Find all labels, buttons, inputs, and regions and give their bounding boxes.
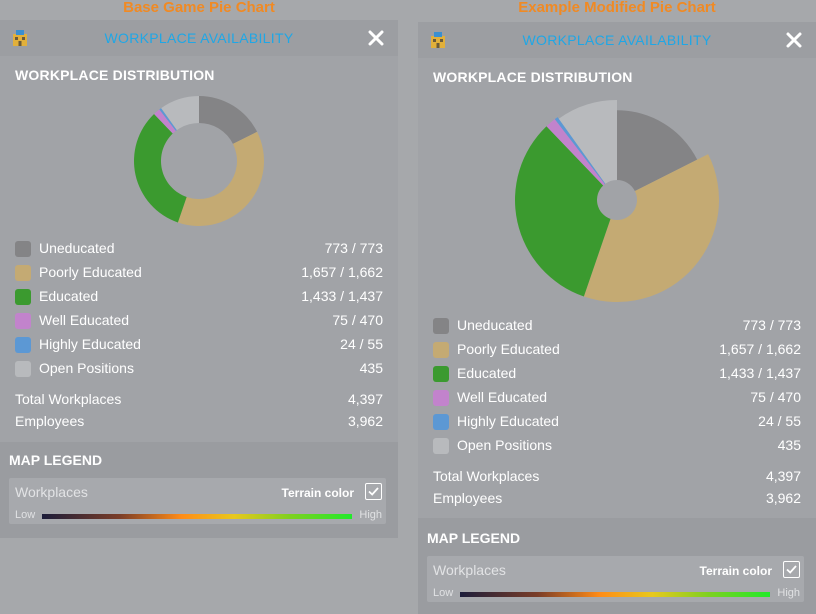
employees: Employees 3,962	[433, 490, 801, 510]
distribution-row: Well Educated 75 / 470	[15, 309, 383, 333]
distribution-row: Poorly Educated 1,657 / 1,662	[15, 261, 383, 285]
close-icon[interactable]	[784, 30, 804, 50]
high-label: High	[777, 587, 800, 599]
color-swatch	[15, 241, 31, 257]
color-swatch	[15, 289, 31, 305]
distribution-row: Highly Educated 24 / 55	[433, 410, 801, 434]
distribution-row: Educated 1,433 / 1,437	[433, 362, 801, 386]
terrain-color-checkbox[interactable]	[365, 483, 382, 500]
row-value: 435	[777, 437, 801, 453]
row-value: 24 / 55	[340, 336, 383, 352]
employees-label: Employees	[433, 490, 503, 506]
employees-value: 3,962	[765, 490, 801, 506]
employees: Employees 3,962	[15, 413, 383, 433]
title-bar: WORKPLACE AVAILABILITY	[0, 20, 398, 56]
distribution-row: Open Positions 435	[433, 434, 801, 458]
row-value: 24 / 55	[758, 413, 801, 429]
workplaces-label: Workplaces	[15, 484, 88, 500]
map-legend-title: MAP LEGEND	[427, 530, 521, 546]
color-swatch	[15, 313, 31, 329]
map-legend: MAP LEGEND Workplaces Terrain color Low …	[0, 442, 398, 538]
close-icon[interactable]	[366, 28, 386, 48]
row-label: Educated	[39, 288, 99, 304]
terrain-color-label: Terrain color	[699, 564, 772, 578]
distribution-title: WORKPLACE DISTRIBUTION	[15, 67, 215, 83]
row-value: 435	[359, 360, 383, 376]
terrain-color-checkbox[interactable]	[783, 561, 800, 578]
workplace-pie-chart	[515, 100, 719, 302]
row-label: Highly Educated	[39, 336, 141, 352]
row-label: Open Positions	[457, 437, 552, 453]
total-workplaces-value: 4,397	[347, 391, 383, 407]
title-bar: WORKPLACE AVAILABILITY	[418, 22, 816, 58]
window-title: WORKPLACE AVAILABILITY	[522, 32, 712, 48]
distribution-row: Educated 1,433 / 1,437	[15, 285, 383, 309]
row-label: Educated	[457, 365, 517, 381]
workplace-pie-chart	[134, 96, 264, 226]
distribution-row: Uneducated 773 / 773	[15, 237, 383, 261]
distribution-row: Uneducated 773 / 773	[433, 314, 801, 338]
row-value: 1,657 / 1,662	[301, 264, 383, 280]
total-workplaces: Total Workplaces 4,397	[433, 468, 801, 488]
distribution-body: WORKPLACE DISTRIBUTION Uneducated 773 / 7…	[418, 58, 816, 518]
color-swatch	[433, 342, 449, 358]
row-label: Well Educated	[39, 312, 130, 328]
row-label: Uneducated	[457, 317, 533, 333]
pie-slice-poorly-educated	[177, 131, 264, 226]
row-value: 75 / 470	[750, 389, 801, 405]
workplace-panel-base: WORKPLACE AVAILABILITY WORKPLACE DISTRIB…	[0, 20, 398, 538]
distribution-row: Highly Educated 24 / 55	[15, 333, 383, 357]
caption-right: Example Modified Pie Chart	[518, 0, 716, 16]
color-swatch	[15, 361, 31, 377]
row-value: 773 / 773	[324, 240, 383, 256]
workplaces-label: Workplaces	[433, 562, 506, 578]
row-value: 773 / 773	[742, 317, 801, 333]
workplace-gradient-bar	[460, 592, 770, 597]
total-workplaces-value: 4,397	[765, 468, 801, 484]
workplaces-legend-box: Workplaces Terrain color Low High	[9, 478, 386, 524]
color-swatch	[433, 318, 449, 334]
terrain-color-label: Terrain color	[281, 486, 354, 500]
row-value: 1,433 / 1,437	[301, 288, 383, 304]
row-label: Poorly Educated	[457, 341, 560, 357]
color-swatch	[15, 265, 31, 281]
distribution-body: WORKPLACE DISTRIBUTION Uneducated 773 / 7…	[0, 56, 398, 442]
color-swatch	[15, 337, 31, 353]
color-swatch	[433, 414, 449, 430]
color-swatch	[433, 366, 449, 382]
map-legend-title: MAP LEGEND	[9, 452, 103, 468]
total-workplaces-label: Total Workplaces	[15, 391, 122, 407]
window-title: WORKPLACE AVAILABILITY	[104, 30, 294, 46]
map-legend: MAP LEGEND Workplaces Terrain color Low …	[418, 518, 816, 614]
employees-label: Employees	[15, 413, 85, 429]
distribution-row: Well Educated 75 / 470	[433, 386, 801, 410]
row-label: Well Educated	[457, 389, 548, 405]
pie-slice-educated	[134, 114, 187, 223]
employees-value: 3,962	[347, 413, 383, 429]
row-label: Poorly Educated	[39, 264, 142, 280]
low-label: Low	[15, 509, 36, 521]
color-swatch	[433, 390, 449, 406]
workplaces-legend-box: Workplaces Terrain color Low High	[427, 556, 804, 602]
color-swatch	[433, 438, 449, 454]
distribution-row: Open Positions 435	[15, 357, 383, 381]
total-workplaces-label: Total Workplaces	[433, 468, 540, 484]
caption-left: Base Game Pie Chart	[123, 0, 275, 16]
distribution-row: Poorly Educated 1,657 / 1,662	[433, 338, 801, 362]
row-label: Uneducated	[39, 240, 115, 256]
workplace-panel-modified: WORKPLACE AVAILABILITY WORKPLACE DISTRIB…	[418, 22, 816, 614]
total-workplaces: Total Workplaces 4,397	[15, 391, 383, 411]
high-label: High	[359, 509, 382, 521]
row-value: 1,657 / 1,662	[719, 341, 801, 357]
distribution-title: WORKPLACE DISTRIBUTION	[433, 69, 633, 85]
workplace-gradient-bar	[42, 514, 352, 519]
low-label: Low	[433, 587, 454, 599]
row-label: Highly Educated	[457, 413, 559, 429]
row-value: 75 / 470	[332, 312, 383, 328]
row-label: Open Positions	[39, 360, 134, 376]
row-value: 1,433 / 1,437	[719, 365, 801, 381]
